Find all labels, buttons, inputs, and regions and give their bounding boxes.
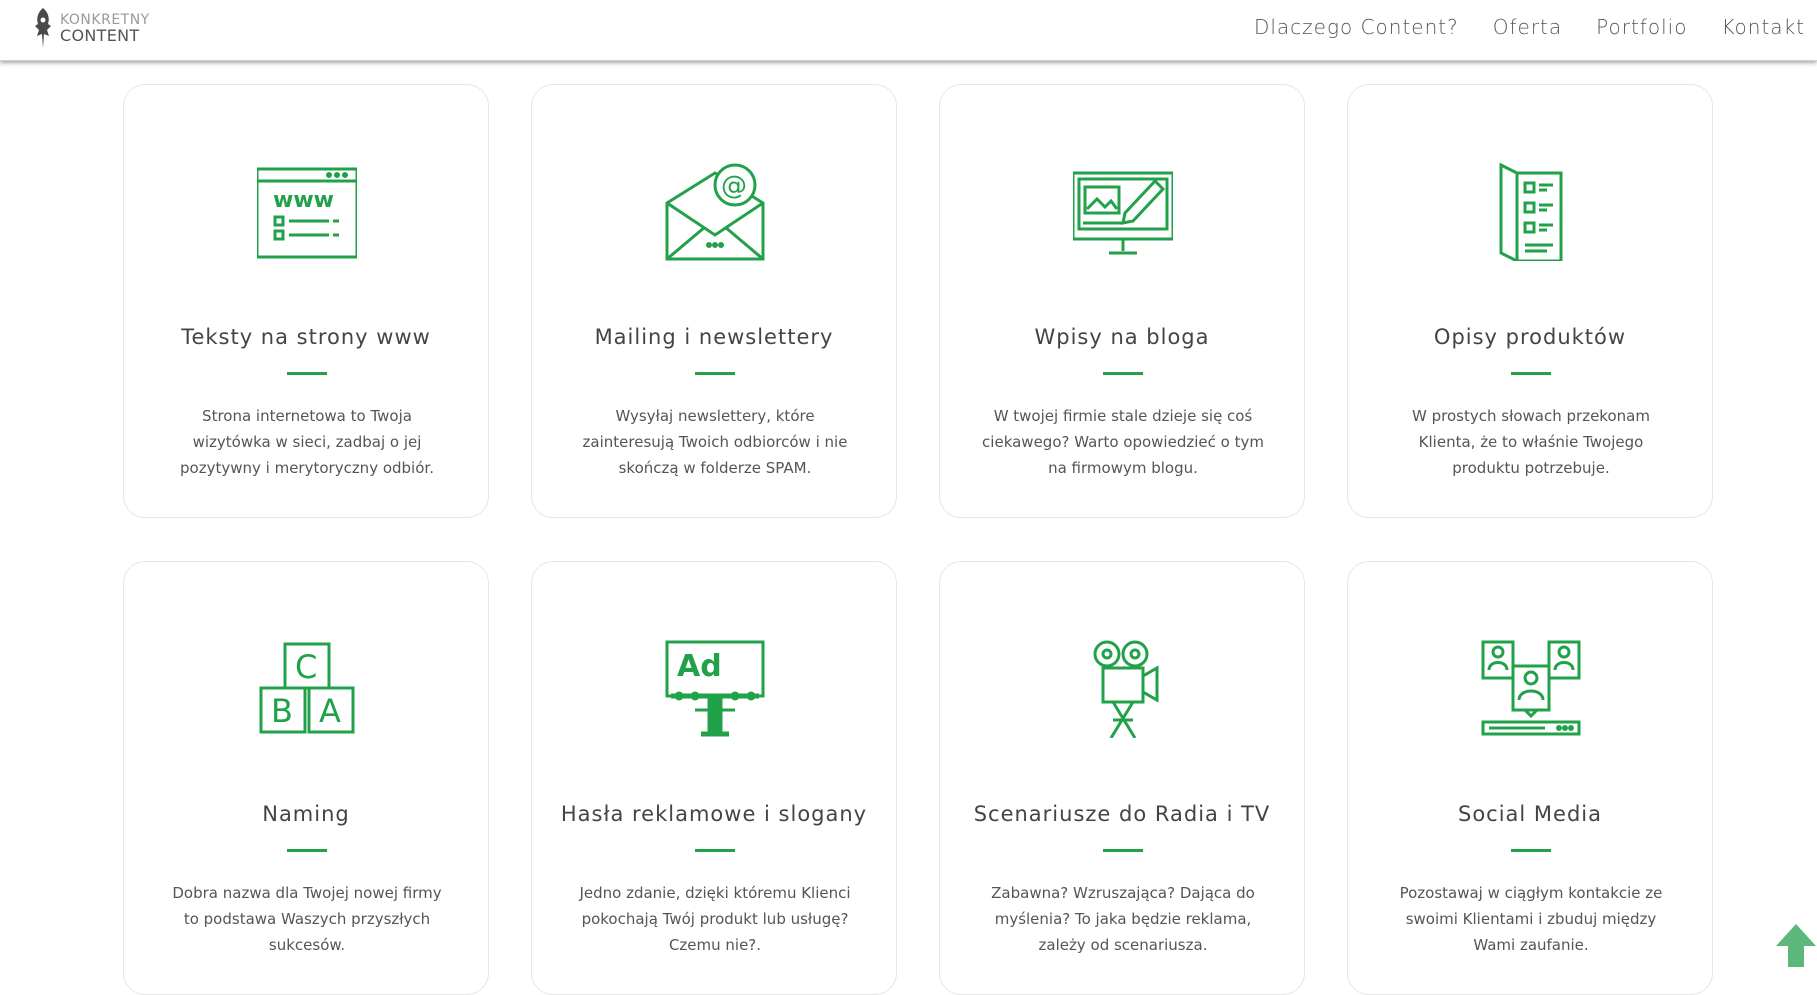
arrow-up-icon bbox=[1776, 924, 1816, 967]
nav-oferta[interactable]: Oferta bbox=[1493, 15, 1562, 39]
card-title: Hasła reklamowe i slogany bbox=[560, 802, 868, 826]
title-divider bbox=[695, 849, 735, 852]
card-description: W twojej firmie stale dzieje się coś cie… bbox=[982, 407, 1264, 477]
service-card-www: www Teksty na strony www Strona internet… bbox=[123, 84, 489, 518]
title-divider bbox=[1103, 849, 1143, 852]
service-card-blog: Wpisy na bloga W twojej firmie stale dzi… bbox=[939, 84, 1305, 518]
card-description: Strona internetowa to Twoja wizytówka w … bbox=[180, 407, 434, 477]
site-header: KONKRETNY CONTENT Dlaczego Content? Ofer… bbox=[0, 0, 1817, 61]
service-card-products: Opisy produktów W prostych słowach przek… bbox=[1347, 84, 1713, 518]
title-divider bbox=[1511, 849, 1551, 852]
card-description: Jedno zdanie, dzięki któremu Klienci pok… bbox=[579, 884, 851, 954]
card-title: Opisy produktów bbox=[1433, 325, 1627, 349]
email-icon: @ bbox=[665, 161, 765, 261]
nav-portfolio[interactable]: Portfolio bbox=[1596, 15, 1687, 39]
card-title: Teksty na strony www bbox=[181, 325, 431, 349]
service-card-naming: C B A Naming Dobra nazwa dla Twojej nowe… bbox=[123, 561, 489, 995]
title-divider bbox=[1103, 372, 1143, 375]
blog-icon bbox=[1073, 161, 1173, 261]
title-divider bbox=[287, 372, 327, 375]
blocks-icon: C B A bbox=[257, 638, 357, 738]
service-card-social: Social Media Pozostawaj w ciągłym kontak… bbox=[1347, 561, 1713, 995]
svg-text:C: C bbox=[295, 648, 317, 686]
nav-dlaczego-content[interactable]: Dlaczego Content? bbox=[1254, 15, 1459, 39]
logo[interactable]: KONKRETNY CONTENT bbox=[30, 6, 180, 54]
title-divider bbox=[695, 372, 735, 375]
svg-text:B: B bbox=[271, 692, 293, 730]
scroll-to-top-button[interactable] bbox=[1774, 922, 1817, 967]
card-description: Pozostawaj w ciągłym kontakcie ze swoimi… bbox=[1399, 884, 1663, 954]
service-card-slogans: Ad Hasła reklamowe i slogany Jedno zdani… bbox=[531, 561, 897, 995]
card-title: Mailing i newslettery bbox=[594, 325, 834, 349]
card-description: Dobra nazwa dla Twojej nowej firmy to po… bbox=[172, 884, 442, 954]
card-title: Scenariusze do Radia i TV bbox=[973, 802, 1271, 826]
title-divider bbox=[1511, 372, 1551, 375]
card-description: W prostych słowach przekonam Klienta, że… bbox=[1412, 407, 1650, 477]
billboard-icon: Ad bbox=[665, 638, 765, 738]
svg-text:Ad: Ad bbox=[677, 649, 722, 684]
card-title: Naming bbox=[262, 802, 350, 826]
card-title: Social Media bbox=[1457, 802, 1602, 826]
service-card-scripts: Scenariusze do Radia i TV Zabawna? Wzrus… bbox=[939, 561, 1305, 995]
svg-text:@: @ bbox=[721, 171, 747, 201]
nav-kontakt[interactable]: Kontakt bbox=[1721, 15, 1805, 39]
card-title: Wpisy na bloga bbox=[1034, 325, 1210, 349]
website-icon: www bbox=[257, 161, 357, 261]
svg-text:A: A bbox=[319, 692, 341, 730]
svg-text:www: www bbox=[273, 188, 334, 213]
title-divider bbox=[287, 849, 327, 852]
service-card-mailing: @ Mailing i newslettery Wysyłaj newslett… bbox=[531, 84, 897, 518]
logo-icon bbox=[35, 8, 51, 48]
product-list-icon bbox=[1481, 161, 1581, 261]
card-description: Wysyłaj newslettery, które zainteresują … bbox=[582, 407, 848, 477]
main-nav: Dlaczego Content? Oferta Portfolio Konta… bbox=[1220, 0, 1805, 54]
logo-line2: CONTENT bbox=[60, 26, 140, 45]
social-media-icon bbox=[1481, 638, 1581, 738]
card-description: Zabawna? Wzruszająca? Dająca do myślenia… bbox=[991, 884, 1255, 954]
film-camera-icon bbox=[1073, 638, 1173, 738]
